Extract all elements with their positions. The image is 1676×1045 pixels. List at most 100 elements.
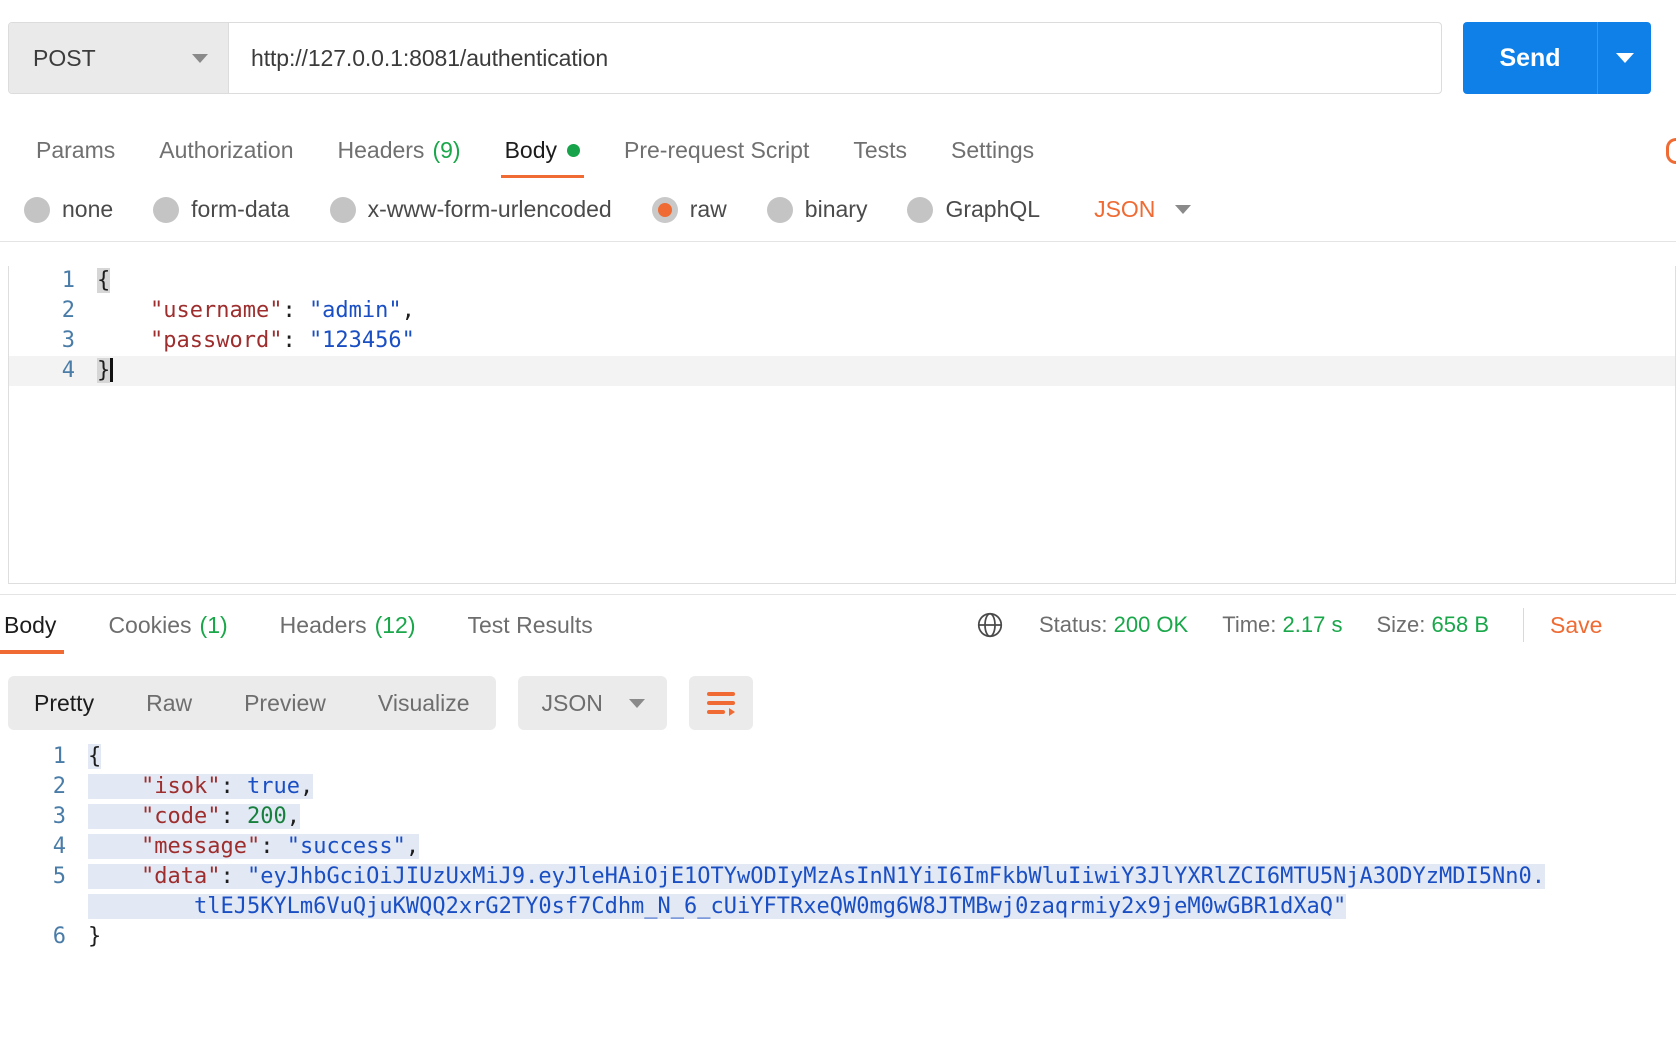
request-tabs: Params Authorization Headers (9) Body Pre-req… [0, 122, 1676, 178]
code-token [88, 774, 141, 799]
response-size-group: Size: 658 B [1376, 612, 1489, 638]
code-line: 3 "password": "123456" [9, 326, 1675, 356]
code-text: { [97, 266, 111, 296]
body-type-label: x-www-form-urlencoded [367, 196, 612, 222]
postman-request-response-view: POST http://127.0.0.1:8081/authenticatio… [0, 0, 1676, 1045]
code-token: "success" [286, 834, 406, 859]
body-type-label: raw [689, 196, 727, 222]
code-line: 1{ [0, 742, 1676, 772]
code-token: : [282, 328, 309, 353]
code-token: : [260, 834, 287, 859]
code-line: 5 "data": "eyJhbGciOiJIUzUxMiJ9.eyJleHAi… [0, 862, 1676, 892]
code-token: 200 [246, 804, 287, 829]
code-line: 4 "message": "success", [0, 832, 1676, 862]
code-token: : [220, 804, 247, 829]
tab-label: Cookies [108, 611, 192, 638]
code-text: "code": 200, [88, 802, 300, 832]
radio-icon [153, 196, 180, 223]
tab-label: Settings [951, 136, 1035, 163]
code-token: "username" [149, 298, 283, 323]
response-view-preview[interactable]: Preview [218, 676, 352, 730]
code-token: "message" [140, 834, 261, 859]
response-view-visualize[interactable]: Visualize [352, 676, 496, 730]
code-token: , [299, 774, 314, 799]
code-token: "isok" [140, 774, 221, 799]
code-text: "password": "123456" [97, 326, 415, 356]
response-format-label: JSON [541, 689, 603, 716]
request-tab-tests[interactable]: Tests [831, 122, 929, 178]
cookies-indicator-icon[interactable] [1666, 138, 1676, 164]
code-text: tlEJ5KYLm6VuQjuKWQQ2xrG2TY0sf7Cdhm_N_6_c… [88, 892, 1347, 922]
line-number: 1 [52, 744, 66, 769]
line-number: 4 [61, 358, 75, 383]
code-token: : [282, 298, 309, 323]
response-tab-body[interactable]: Body [0, 596, 82, 654]
body-type-graphql[interactable]: GraphQL [907, 196, 1040, 223]
line-number: 5 [52, 864, 66, 889]
response-body-viewer[interactable]: 1{2 "isok": true, 3 "code": 200, 4 "messag… [0, 742, 1676, 1045]
request-tab-pre-request-script[interactable]: Pre-request Script [602, 122, 831, 178]
response-status-bar: Status: 200 OK Time: 2.17 s Size: 658 B … [975, 596, 1602, 654]
radio-icon [651, 196, 678, 223]
time-value: 2.17 s [1282, 612, 1343, 637]
code-text: "data": "eyJhbGciOiJIUzUxMiJ9.eyJleHAiOj… [88, 862, 1545, 892]
text-cursor [110, 358, 114, 382]
line-number: 4 [52, 834, 66, 859]
divider [1523, 608, 1525, 642]
request-tab-settings[interactable]: Settings [929, 122, 1056, 178]
response-tab-cookies[interactable]: Cookies (1) [82, 596, 253, 654]
http-method-value: POST [33, 44, 96, 71]
request-tab-authorization[interactable]: Authorization [137, 122, 315, 178]
code-token: , [405, 834, 420, 859]
code-token: } [88, 924, 102, 949]
response-format-selector[interactable]: JSON [517, 676, 667, 730]
body-type-label: binary [804, 196, 868, 222]
save-response-button[interactable]: Save [1550, 612, 1602, 639]
request-tab-params[interactable]: Params [14, 122, 137, 178]
code-token: { [97, 268, 111, 293]
code-token: , [286, 804, 300, 829]
request-tab-headers[interactable]: Headers (9) [316, 122, 483, 178]
body-type-binary[interactable]: binary [766, 196, 868, 223]
http-method-selector[interactable]: POST [9, 23, 229, 93]
body-type-x-www-form-urlencoded[interactable]: x-www-form-urlencoded [329, 196, 612, 223]
response-view-pretty[interactable]: Pretty [8, 676, 120, 730]
response-divider [0, 594, 1676, 595]
body-format-label: JSON [1094, 196, 1156, 222]
code-token [88, 804, 141, 829]
tab-label: Headers [337, 136, 425, 163]
response-tab-headers[interactable]: Headers (12) [254, 596, 442, 654]
time-label: Time: [1222, 612, 1277, 637]
body-type-label: GraphQL [945, 196, 1041, 222]
tab-label: Test Results [467, 611, 593, 638]
radio-icon [766, 196, 793, 223]
body-type-form-data[interactable]: form-data [153, 196, 290, 223]
send-options-button[interactable] [1597, 22, 1651, 94]
wrap-lines-button[interactable] [688, 676, 753, 730]
request-body-editor[interactable]: 1{2 "username": "admin", 3 "password": "1… [8, 266, 1676, 584]
body-type-raw[interactable]: raw [651, 196, 727, 223]
code-token: "password" [149, 328, 283, 353]
response-tab-test-results[interactable]: Test Results [442, 596, 619, 654]
send-button-group: Send [1463, 22, 1651, 94]
wrap-lines-icon [706, 692, 735, 716]
tab-label: Tests [853, 136, 908, 163]
request-url-value: http://127.0.0.1:8081/authentication [251, 44, 609, 71]
response-view-raw[interactable]: Raw [120, 676, 218, 730]
code-token: : [220, 864, 247, 889]
body-format-selector[interactable]: JSON [1094, 196, 1192, 223]
request-url-input[interactable]: http://127.0.0.1:8081/authentication [229, 23, 1441, 93]
code-token: "data" [140, 864, 221, 889]
request-tab-body[interactable]: Body [483, 122, 602, 178]
code-line: 4} [9, 356, 1675, 386]
tab-label: Params [36, 136, 116, 163]
code-token [88, 834, 141, 859]
radio-icon [907, 196, 934, 223]
send-button[interactable]: Send [1463, 22, 1597, 94]
body-type-none[interactable]: none [24, 196, 113, 223]
tab-label: Body [504, 136, 557, 163]
body-type-label: form-data [191, 196, 290, 222]
status-label: Status: [1039, 612, 1108, 637]
body-present-indicator-icon [567, 143, 580, 157]
